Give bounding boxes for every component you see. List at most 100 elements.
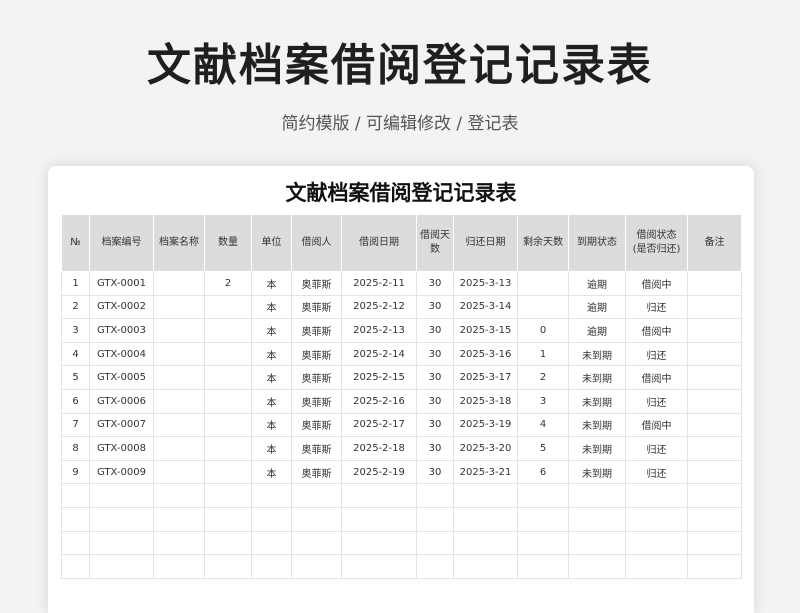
empty-cell[interactable] — [291, 483, 342, 508]
cell-borrow-status[interactable]: 借阅中 — [625, 365, 688, 390]
empty-cell[interactable] — [89, 483, 154, 508]
cell-borrow-date[interactable]: 2025-2-19 — [341, 459, 417, 485]
cell-qty[interactable] — [204, 341, 252, 367]
cell-unit[interactable]: 本 — [251, 318, 292, 343]
cell-note[interactable] — [687, 294, 742, 320]
cell-due-status[interactable]: 逾期 — [568, 294, 626, 320]
cell-no[interactable]: 7 — [61, 412, 90, 438]
table-row[interactable]: 6 GTX-0006 本奥菲斯 2025-2-16 30 2025-3-18 3 未到期 归还 — [61, 388, 742, 414]
cell-name[interactable] — [153, 294, 205, 320]
cell-no[interactable]: 2 — [61, 294, 90, 320]
cell-note[interactable] — [687, 459, 742, 485]
cell-borrow-status[interactable]: 借阅中 — [625, 318, 688, 343]
cell-return-date[interactable]: 2025-3-18 — [453, 388, 518, 414]
empty-cell[interactable] — [153, 530, 205, 556]
cell-due-status[interactable]: 未到期 — [568, 436, 626, 461]
cell-borrow-status[interactable]: 归还 — [625, 436, 688, 461]
cell-due-status[interactable]: 未到期 — [568, 412, 626, 438]
cell-name[interactable] — [153, 271, 205, 296]
cell-no[interactable]: 6 — [61, 388, 90, 414]
empty-cell[interactable] — [568, 530, 626, 556]
cell-due-status[interactable]: 逾期 — [568, 318, 626, 343]
cell-note[interactable] — [687, 388, 742, 414]
cell-qty[interactable] — [204, 388, 252, 414]
empty-cell[interactable] — [153, 554, 205, 579]
cell-due-status[interactable]: 未到期 — [568, 341, 626, 367]
cell-code[interactable]: GTX-0001 — [89, 271, 154, 296]
cell-days[interactable]: 30 — [416, 365, 454, 390]
column-header-qty[interactable]: 数量 — [204, 214, 252, 272]
cell-no[interactable]: 1 — [61, 271, 90, 296]
cell-borrow-status[interactable]: 借阅中 — [625, 271, 688, 296]
cell-unit[interactable]: 本 — [251, 365, 292, 390]
cell-return-date[interactable]: 2025-3-16 — [453, 341, 518, 367]
empty-cell[interactable] — [517, 483, 569, 508]
column-header-note[interactable]: 备注 — [687, 214, 742, 272]
empty-cell[interactable] — [204, 506, 252, 532]
column-header-borrower[interactable]: 借阅人 — [291, 214, 342, 272]
empty-cell[interactable] — [61, 554, 90, 579]
empty-cell[interactable] — [568, 483, 626, 508]
cell-code[interactable]: GTX-0009 — [89, 459, 154, 485]
cell-borrow-date[interactable]: 2025-2-18 — [341, 436, 417, 461]
cell-borrower[interactable]: 奥菲斯 — [291, 365, 342, 390]
cell-note[interactable] — [687, 271, 742, 296]
cell-borrow-date[interactable]: 2025-2-11 — [341, 271, 417, 296]
empty-cell[interactable] — [61, 530, 90, 556]
cell-borrow-date[interactable]: 2025-2-14 — [341, 341, 417, 367]
cell-name[interactable] — [153, 459, 205, 485]
cell-days[interactable]: 30 — [416, 436, 454, 461]
cell-code[interactable]: GTX-0003 — [89, 318, 154, 343]
cell-return-date[interactable]: 2025-3-14 — [453, 294, 518, 320]
cell-borrower[interactable]: 奥菲斯 — [291, 459, 342, 485]
cell-days[interactable]: 30 — [416, 388, 454, 414]
cell-borrower[interactable]: 奥菲斯 — [291, 436, 342, 461]
cell-note[interactable] — [687, 412, 742, 438]
empty-cell[interactable] — [204, 483, 252, 508]
cell-borrow-status[interactable]: 借阅中 — [625, 412, 688, 438]
cell-borrower[interactable]: 奥菲斯 — [291, 271, 342, 296]
cell-no[interactable]: 3 — [61, 318, 90, 343]
column-header-days[interactable]: 借阅天数 — [416, 214, 454, 272]
cell-remaining[interactable]: 0 — [517, 318, 569, 343]
empty-cell[interactable] — [453, 554, 518, 579]
empty-cell[interactable] — [204, 530, 252, 556]
cell-unit[interactable]: 本 — [251, 412, 292, 438]
cell-qty[interactable] — [204, 365, 252, 390]
cell-no[interactable]: 8 — [61, 436, 90, 461]
cell-qty[interactable] — [204, 459, 252, 485]
table-row[interactable]: 2 GTX-0002 本奥菲斯 2025-2-12 30 2025-3-14 逾期 归还 — [61, 294, 742, 320]
empty-cell[interactable] — [687, 554, 742, 579]
column-header-borrow-status[interactable]: 借阅状态 (是否归还) — [625, 214, 688, 272]
cell-qty[interactable]: 2 — [204, 271, 252, 296]
column-header-unit[interactable]: 单位 — [251, 214, 292, 272]
cell-due-status[interactable]: 未到期 — [568, 365, 626, 390]
column-header-due-status[interactable]: 到期状态 — [568, 214, 626, 272]
empty-cell[interactable] — [453, 483, 518, 508]
cell-borrow-date[interactable]: 2025-2-17 — [341, 412, 417, 438]
empty-cell[interactable] — [453, 530, 518, 556]
table-row[interactable]: 3 GTX-0003 本奥菲斯 2025-2-13 30 2025-3-15 0 逾期 借阅中 — [61, 318, 742, 343]
cell-remaining[interactable]: 4 — [517, 412, 569, 438]
empty-cell[interactable] — [61, 483, 90, 508]
empty-cell[interactable] — [89, 506, 154, 532]
cell-unit[interactable]: 本 — [251, 294, 292, 320]
cell-remaining[interactable] — [517, 294, 569, 320]
empty-cell[interactable] — [625, 506, 688, 532]
cell-note[interactable] — [687, 318, 742, 343]
cell-code[interactable]: GTX-0002 — [89, 294, 154, 320]
empty-cell[interactable] — [517, 530, 569, 556]
empty-cell[interactable] — [251, 483, 292, 508]
empty-cell[interactable] — [453, 506, 518, 532]
empty-cell[interactable] — [341, 483, 417, 508]
empty-cell[interactable] — [153, 506, 205, 532]
column-header-no[interactable]: № — [61, 214, 90, 272]
cell-due-status[interactable]: 未到期 — [568, 388, 626, 414]
column-header-name[interactable]: 档案名称 — [153, 214, 205, 272]
column-header-code[interactable]: 档案编号 — [89, 214, 154, 272]
empty-cell[interactable] — [291, 554, 342, 579]
table-row[interactable]: 8 GTX-0008 本奥菲斯 2025-2-18 30 2025-3-20 5 未到期 归还 — [61, 436, 742, 461]
cell-days[interactable]: 30 — [416, 294, 454, 320]
empty-cell[interactable] — [416, 530, 454, 556]
cell-due-status[interactable]: 未到期 — [568, 459, 626, 485]
